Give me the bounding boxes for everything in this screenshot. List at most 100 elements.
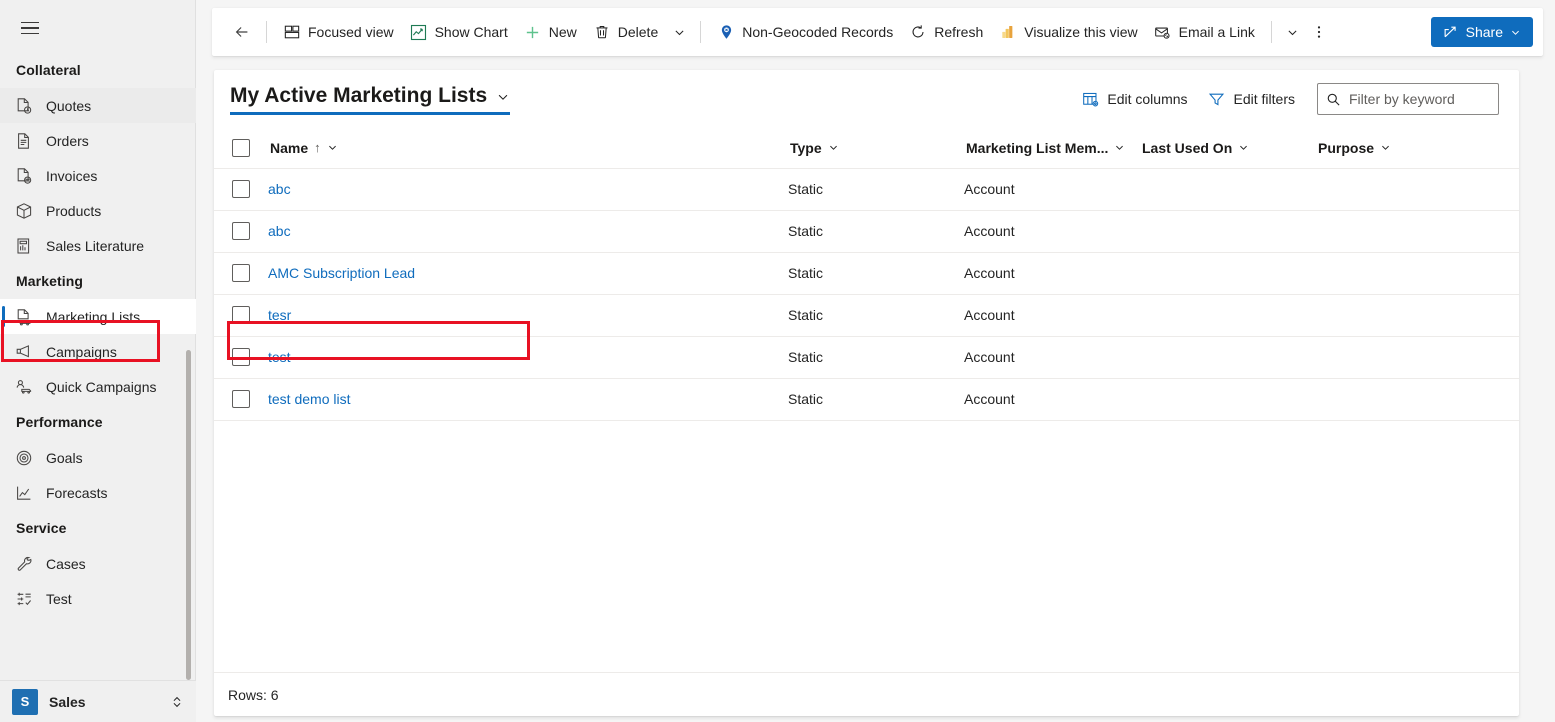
column-header-chevron-down-icon[interactable] — [327, 142, 338, 153]
edit-columns-button[interactable]: Edit columns — [1073, 84, 1195, 114]
sidebar-item-test[interactable]: Test — [0, 581, 196, 616]
share-button[interactable]: Share — [1430, 17, 1533, 47]
new-button[interactable]: New — [516, 15, 585, 49]
grid-footer: Rows: 6 — [214, 672, 1519, 716]
row-count-label: Rows: 6 — [228, 686, 279, 703]
search-input[interactable] — [1349, 91, 1490, 107]
show-chart-label: Show Chart — [434, 24, 508, 40]
record-link[interactable]: tesr — [268, 307, 291, 323]
select-all-checkbox[interactable] — [232, 138, 250, 157]
column-header-chevron-down-icon[interactable] — [1380, 142, 1391, 153]
view-selector[interactable]: My Active Marketing Lists — [230, 84, 511, 115]
sidebar-item-sales-literature[interactable]: Sales Literature — [0, 228, 196, 263]
table-row[interactable]: AMC Subscription Lead Static Account — [214, 252, 1519, 295]
edit-filters-button[interactable]: Edit filters — [1200, 84, 1303, 114]
column-header-chevron-down-icon[interactable] — [1238, 142, 1249, 153]
hamburger-bar — [21, 32, 39, 35]
record-link[interactable]: abc — [268, 223, 291, 239]
sidebar-item-cases[interactable]: Cases — [0, 546, 196, 581]
sidebar-item-goals[interactable]: Goals — [0, 440, 196, 475]
table-row[interactable]: test Static Account — [214, 336, 1519, 379]
sidebar-item-forecasts[interactable]: Forecasts — [0, 475, 196, 510]
view-header: My Active Marketing Lists Edit columns E… — [214, 70, 1519, 128]
record-link[interactable]: test — [268, 349, 291, 365]
select-all-header[interactable] — [214, 128, 268, 169]
edit-filters-label: Edit filters — [1233, 91, 1295, 107]
show-chart-button[interactable]: Show Chart — [402, 15, 516, 49]
marketing-list-icon — [14, 307, 34, 327]
row-select-cell[interactable] — [214, 294, 268, 337]
table-row[interactable]: test demo list Static Account — [214, 378, 1519, 421]
row-select-cell[interactable] — [214, 336, 268, 379]
cell-marketing-list-member: Account — [964, 210, 1140, 253]
main-content: Focused view Show Chart New Delete Non-G… — [196, 0, 1555, 722]
sidebar-item-campaigns[interactable]: Campaigns — [0, 334, 196, 369]
focused-view-button[interactable]: Focused view — [275, 15, 402, 49]
record-link[interactable]: AMC Subscription Lead — [268, 265, 415, 281]
column-header-name[interactable]: Name ↑ — [268, 128, 788, 169]
table-row[interactable]: abc Static Account — [214, 168, 1519, 211]
share-label: Share — [1465, 24, 1503, 40]
sidebar-item-quotes[interactable]: Quotes — [0, 88, 196, 123]
row-checkbox[interactable] — [232, 306, 250, 324]
column-header-last-used-on[interactable]: Last Used On — [1140, 128, 1316, 169]
row-checkbox[interactable] — [232, 222, 250, 240]
focused-view-icon — [283, 23, 301, 41]
row-select-cell[interactable] — [214, 168, 268, 211]
table-row[interactable]: tesr Static Account — [214, 294, 1519, 337]
sidebar-item-quick-campaigns[interactable]: Quick Campaigns — [0, 369, 196, 404]
cell-marketing-list-member: Account — [964, 168, 1140, 211]
table-row[interactable]: abc Static Account — [214, 210, 1519, 253]
sidebar-item-label: Cases — [46, 555, 86, 572]
row-select-cell[interactable] — [214, 210, 268, 253]
cell-type: Static — [788, 336, 964, 379]
command-bar-overflow2-chevron-down-icon[interactable] — [1280, 17, 1306, 47]
visualize-this-view-label: Visualize this view — [1024, 24, 1138, 40]
sidebar-group-header-service: Service — [16, 520, 67, 536]
cell-last-used-on — [1140, 294, 1316, 337]
row-select-cell[interactable] — [214, 252, 268, 295]
sidebar-item-invoices[interactable]: Invoices — [0, 158, 196, 193]
column-header-marketing-list-member[interactable]: Marketing List Mem... — [964, 128, 1140, 169]
delete-button[interactable]: Delete — [585, 15, 666, 49]
cell-marketing-list-member: Account — [964, 252, 1140, 295]
non-geocoded-records-button[interactable]: Non-Geocoded Records — [709, 15, 901, 49]
row-checkbox[interactable] — [232, 264, 250, 282]
row-select-cell[interactable] — [214, 378, 268, 421]
column-header-last-used-on-label: Last Used On — [1142, 139, 1233, 156]
column-header-purpose[interactable]: Purpose — [1316, 128, 1519, 169]
refresh-button[interactable]: Refresh — [901, 15, 991, 49]
sidebar-item-label: Quotes — [46, 97, 92, 114]
sidebar-scrollbar[interactable] — [186, 350, 191, 680]
sidebar-item-orders[interactable]: Orders — [0, 123, 196, 158]
cell-last-used-on — [1140, 378, 1316, 421]
record-link[interactable]: abc — [268, 181, 291, 197]
record-link[interactable]: test demo list — [268, 391, 350, 407]
sidebar-group-header-collateral: Collateral — [16, 62, 81, 78]
row-checkbox[interactable] — [232, 348, 250, 366]
column-header-chevron-down-icon[interactable] — [1114, 142, 1125, 153]
filter-by-keyword-box[interactable] — [1317, 83, 1499, 115]
cell-name: abc — [268, 210, 788, 253]
visualize-this-view-button[interactable]: Visualize this view — [991, 15, 1145, 49]
column-header-chevron-down-icon[interactable] — [828, 142, 839, 153]
site-map-toggle-icon[interactable] — [8, 6, 52, 50]
app-switcher-chevron-icon[interactable] — [170, 695, 184, 709]
column-header-type[interactable]: Type — [788, 128, 964, 169]
back-arrow-icon[interactable] — [226, 16, 258, 48]
more-vertical-icon[interactable] — [1306, 17, 1332, 47]
app-switcher[interactable]: S Sales — [0, 680, 196, 722]
cell-type: Static — [788, 378, 964, 421]
row-checkbox[interactable] — [232, 390, 250, 408]
cell-name: AMC Subscription Lead — [268, 252, 788, 295]
hamburger-bar — [21, 21, 39, 24]
sidebar-group-header-marketing: Marketing — [16, 273, 84, 289]
sidebar-item-products[interactable]: Products — [0, 193, 196, 228]
command-bar-overflow-chevron-down-icon[interactable] — [666, 17, 692, 47]
sidebar-item-marketing-lists[interactable]: Marketing Lists — [0, 299, 196, 334]
cell-last-used-on — [1140, 252, 1316, 295]
email-a-link-button[interactable]: Email a Link — [1146, 15, 1263, 49]
row-checkbox[interactable] — [232, 180, 250, 198]
sidebar-nav: Collateral Quotes Orders Invoices Products Sa… — [0, 52, 196, 682]
cell-marketing-list-member: Account — [964, 378, 1140, 421]
